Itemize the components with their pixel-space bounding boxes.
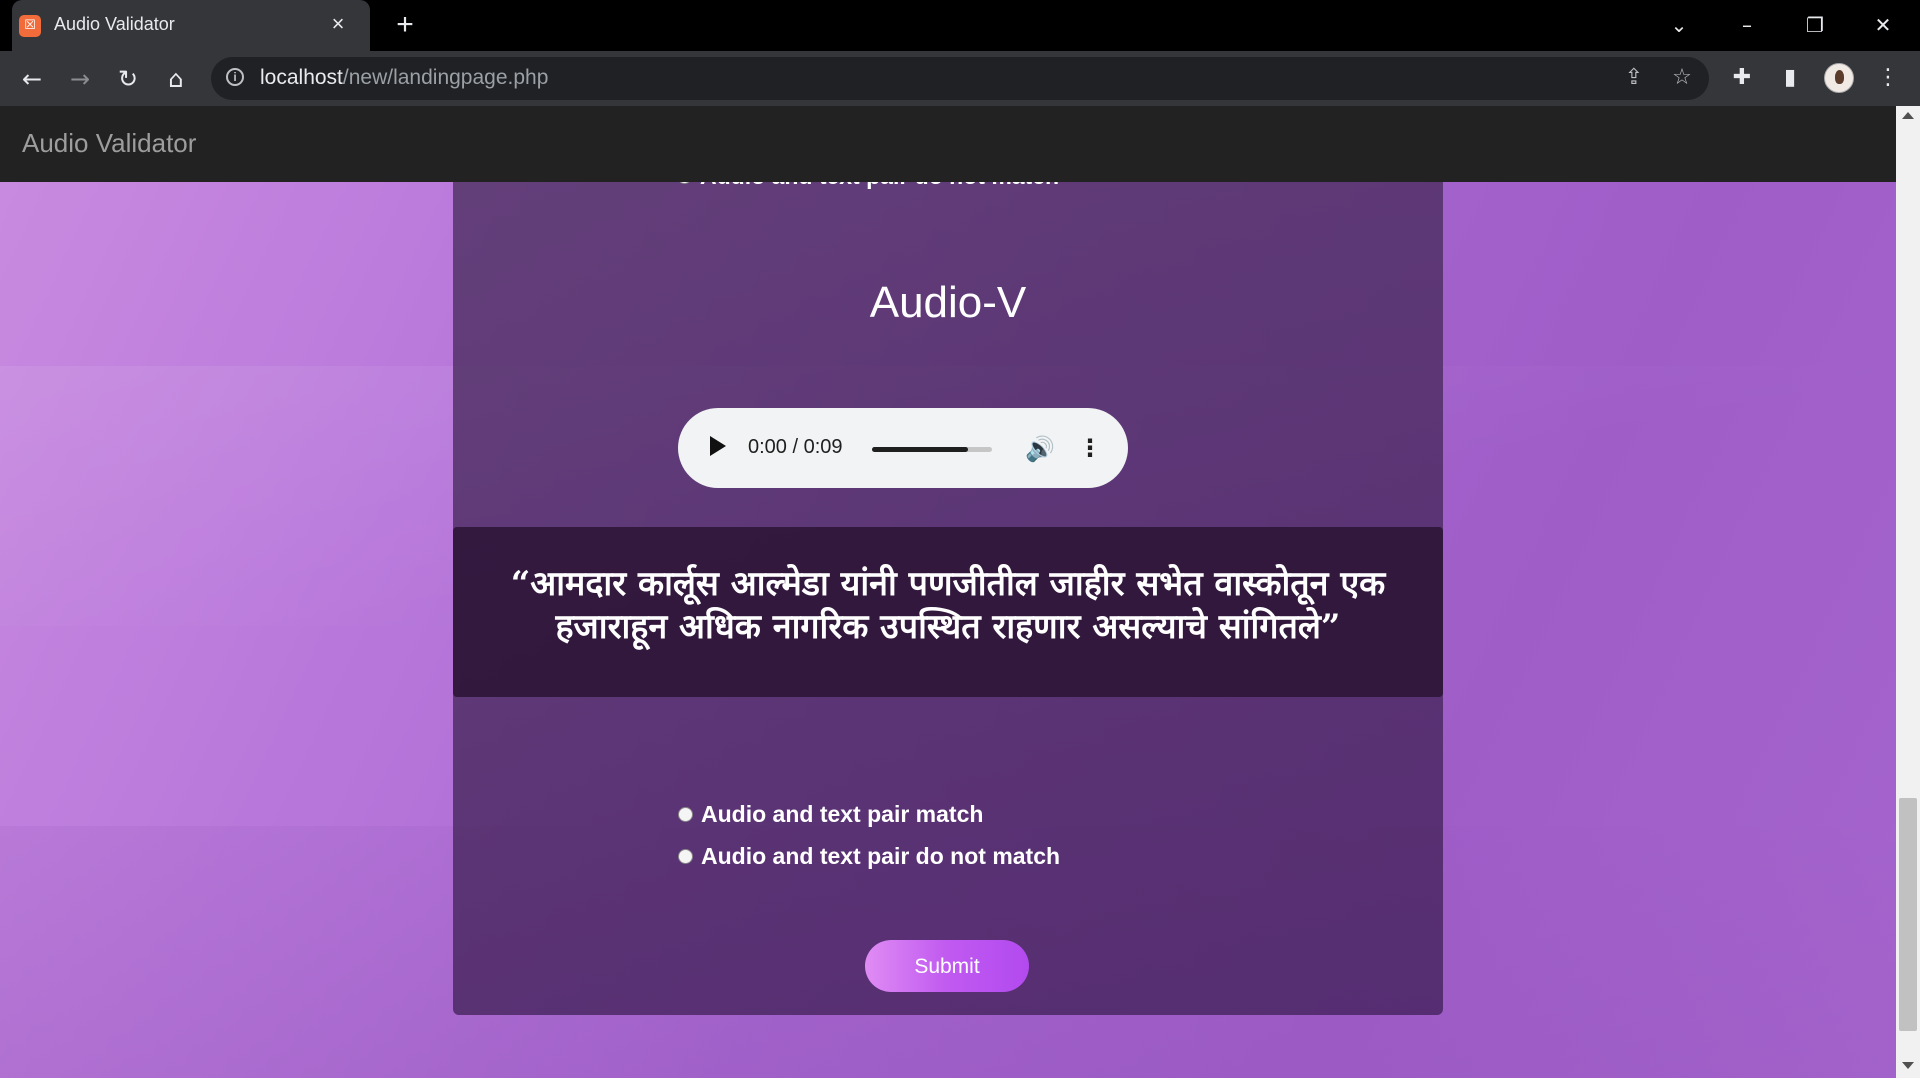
transcript-text: “आमदार कार्लूस आल्मेडा यांनी पणजीतील जाह… xyxy=(510,564,1386,647)
tab-title: Audio Validator xyxy=(54,14,175,34)
bookmark-star-icon[interactable]: ☆ xyxy=(1666,62,1698,94)
menu-kebab-icon[interactable]: ⋮ xyxy=(1872,62,1904,94)
back-icon[interactable]: ← xyxy=(16,63,48,95)
xampp-icon: ☒ xyxy=(19,15,41,37)
scroll-down-arrow-icon[interactable] xyxy=(1902,1062,1914,1069)
url-path: /new/landingpage.php xyxy=(342,66,549,89)
new-tab-icon[interactable]: + xyxy=(390,10,420,40)
option-label: Audio and text pair match xyxy=(701,801,984,827)
scroll-up-arrow-icon[interactable] xyxy=(1902,112,1914,119)
close-window-icon[interactable]: ✕ xyxy=(1866,8,1900,42)
profile-avatar[interactable] xyxy=(1824,63,1854,93)
audio-progress-fill xyxy=(872,447,968,452)
url-host: localhost xyxy=(260,66,343,89)
home-icon[interactable]: ⌂ xyxy=(160,63,192,95)
more-options-icon[interactable]: ⋮ xyxy=(1078,433,1102,465)
option-no-match[interactable]: Audio and text pair do not match xyxy=(678,843,1060,870)
side-panel-icon[interactable]: ▮ xyxy=(1774,62,1806,94)
navbar-brand[interactable]: Audio Validator xyxy=(22,128,196,159)
site-info-icon[interactable]: i xyxy=(226,68,244,86)
radio-button[interactable] xyxy=(678,849,693,864)
option-match[interactable]: Audio and text pair match xyxy=(678,801,983,828)
restore-icon[interactable]: ❐ xyxy=(1798,8,1832,42)
extensions-icon[interactable]: ✚ xyxy=(1726,62,1758,94)
audio-time: 0:00 / 0:09 xyxy=(748,436,843,458)
volume-icon[interactable]: 🔊 xyxy=(1024,433,1056,465)
reload-icon[interactable]: ↻ xyxy=(112,63,144,95)
option-label: Audio and text pair do not match xyxy=(701,843,1061,869)
close-tab-icon[interactable]: × xyxy=(324,10,352,38)
site-navbar xyxy=(0,106,1896,182)
share-icon[interactable]: ⇪ xyxy=(1618,62,1650,94)
url-text: localhost/new/landingpage.php xyxy=(260,66,548,90)
tab-search-icon[interactable]: ⌄ xyxy=(1662,8,1696,42)
play-icon[interactable] xyxy=(710,436,726,456)
scrollbar-thumb[interactable] xyxy=(1899,798,1917,1031)
radio-button[interactable] xyxy=(678,807,693,822)
minimize-icon[interactable]: – xyxy=(1730,8,1764,42)
forward-icon[interactable]: → xyxy=(64,63,96,95)
submit-button[interactable]: Submit xyxy=(865,940,1029,992)
app-title: Audio-V xyxy=(869,278,1027,327)
